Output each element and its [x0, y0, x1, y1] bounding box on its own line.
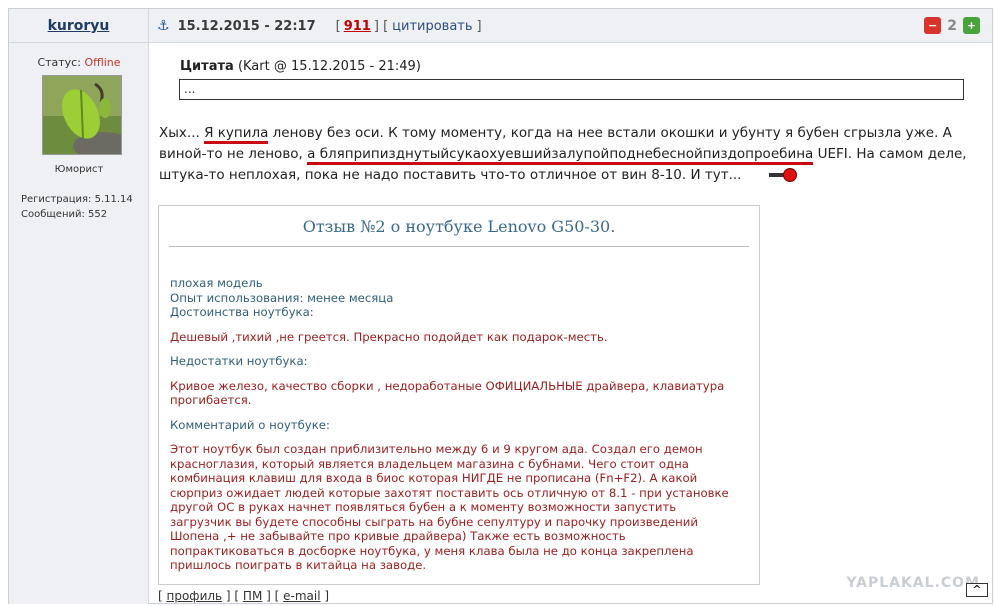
user-status: Статус: Offline [9, 56, 149, 69]
quote-source: (Kart @ 15.12.2015 - 21:49) [237, 59, 421, 74]
post-footer: [ профиль ] [ ПМ ] [ e-mail ] [158, 589, 330, 603]
review-comment: Этот ноутбук был создан приблизительно м… [170, 442, 729, 572]
review-pros: Дешевый ,тихий ,не греется. Прекрасно по… [170, 329, 608, 344]
post-text: Хых... Я купила ленову без оси. К тому м… [159, 123, 994, 186]
status-value: Offline [84, 56, 121, 69]
post-number-link[interactable]: 911 [344, 19, 371, 34]
scroll-top-button[interactable]: ^ [966, 583, 988, 597]
post-container: kuroryu ⚓ 15.12.2015 - 22:17 [ 911 ] [ ц… [8, 8, 993, 604]
post-meta: ⚓ 15.12.2015 - 22:17 [ 911 ] [ цитироват… [157, 9, 482, 43]
review-line: Опыт использования: менее месяца [170, 290, 394, 305]
rating-widget: − 2 + [924, 17, 980, 34]
user-info-column: Статус: Offline Юморист Регистрация: 5.1… [9, 43, 149, 604]
bracket-open: [ [378, 18, 389, 34]
thumbs-up-icon[interactable]: + [963, 17, 980, 34]
rating-score: 2 [947, 17, 957, 34]
user-stats: Регистрация: 5.11.14 Сообщений: 552 [21, 192, 133, 222]
review-body: плохая модель Опыт использования: менее … [170, 276, 740, 573]
post-body: Цитата (Kart @ 15.12.2015 - 21:49) ... Х… [150, 43, 992, 603]
bracket-close: ] [476, 18, 482, 34]
author-cell: kuroryu [9, 9, 149, 43]
email-link[interactable]: e-mail [283, 589, 320, 603]
profile-link[interactable]: профиль [167, 589, 223, 603]
site-watermark: YAPLAKAL.COM [846, 575, 980, 591]
review-cons-label: Недостатки ноутбука: [170, 354, 308, 368]
author-link[interactable]: kuroryu [48, 18, 110, 34]
quote-button[interactable]: цитировать [392, 19, 472, 34]
avatar[interactable] [42, 75, 122, 155]
anchor-icon[interactable]: ⚓ [157, 18, 170, 34]
review-line: Достоинства ноутбука: [170, 305, 314, 319]
bracket-open: [ [335, 18, 341, 34]
review-title: Отзыв №2 о ноутбуке Lenovo G50-30. [302, 217, 616, 236]
highlighted-text: Я купила [204, 125, 269, 144]
highlighted-text: а бляприпизднутыйсукаохуевшийзалупойподн… [307, 146, 814, 165]
smiley-gun-icon [769, 168, 798, 182]
review-cons: Кривое железо, качество сборки , недораб… [170, 378, 725, 408]
status-label: Статус: [37, 56, 81, 69]
quote-header: Цитата (Kart @ 15.12.2015 - 21:49) [180, 59, 421, 74]
quote-box: ... [179, 79, 964, 100]
post-date: 15.12.2015 - 22:17 [177, 18, 316, 34]
thumbs-down-icon[interactable]: − [924, 17, 942, 34]
registration-date: Регистрация: 5.11.14 [21, 194, 133, 205]
review-card: Отзыв №2 о ноутбуке Lenovo G50-30. плоха… [158, 205, 760, 585]
review-divider [169, 246, 749, 247]
pm-link[interactable]: ПМ [243, 589, 262, 603]
review-line: плохая модель [170, 276, 263, 290]
message-count: Сообщений: 552 [21, 209, 108, 220]
quote-title: Цитата [180, 59, 234, 74]
review-comment-label: Комментарий о ноутбуке: [170, 417, 330, 432]
post-text-part: Хых... [159, 125, 205, 141]
user-rank: Юморист [54, 164, 104, 175]
post-header: kuroryu ⚓ 15.12.2015 - 22:17 [ 911 ] [ ц… [9, 9, 992, 43]
